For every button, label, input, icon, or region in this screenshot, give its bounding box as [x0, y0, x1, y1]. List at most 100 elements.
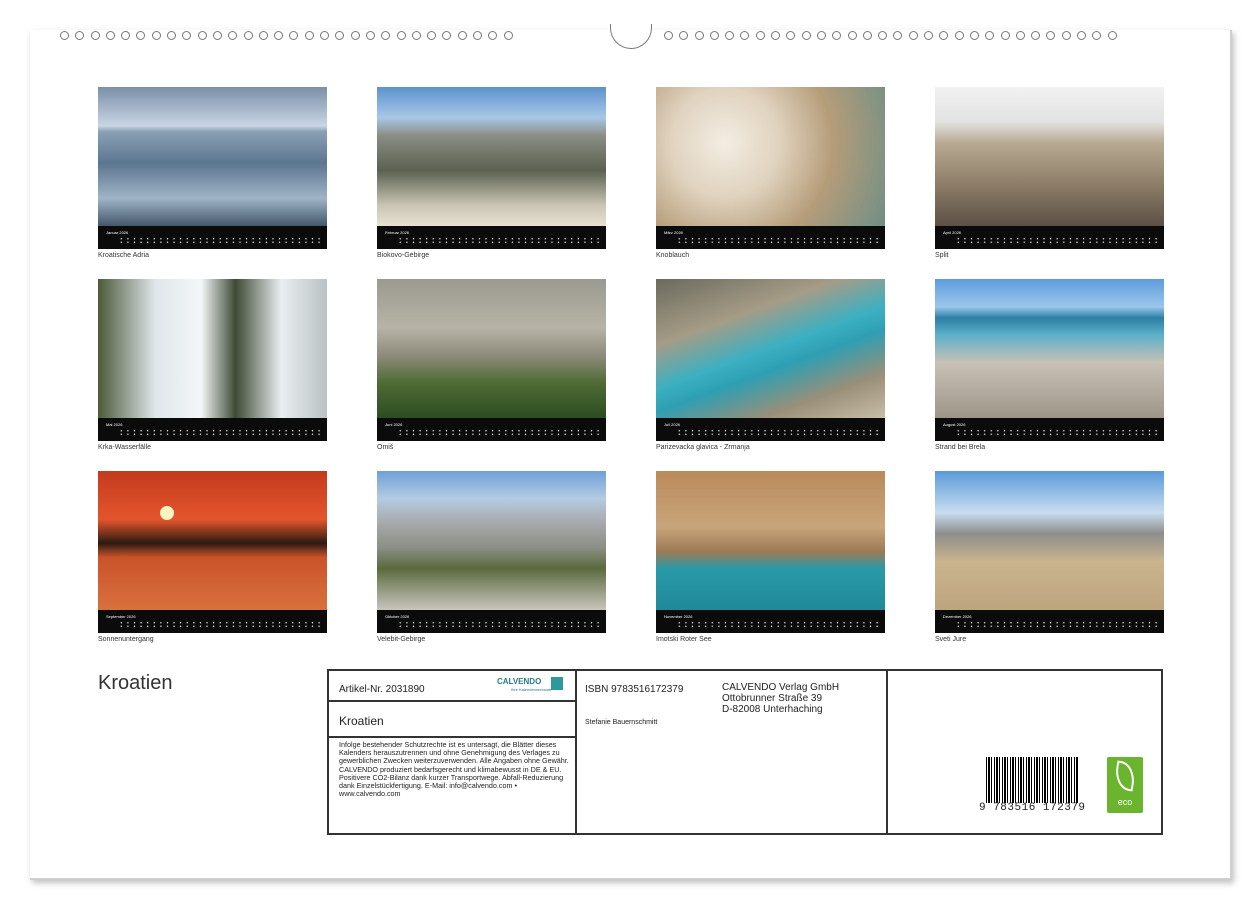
isbn: ISBN 9783516172379: [585, 684, 683, 695]
month-thumb-februar[interactable]: Februar 2026 Biokovo-Gebirge: [377, 87, 606, 259]
month-thumb-juli[interactable]: Juli 2026 Parizevacka glavica - Zrmanja: [656, 279, 885, 451]
product-title-row: Kroatien: [329, 702, 575, 738]
binding-ring: [75, 31, 84, 40]
calendar-strip: Februar 2026: [377, 226, 606, 249]
info-box: Artikel-Nr. 2031890 CALVENDO Ihre Kalend…: [327, 669, 1163, 835]
photo-caption: Omiš: [377, 444, 606, 451]
binding-ring: [244, 31, 253, 40]
month-thumb-maerz[interactable]: März 2026 Knoblauch: [656, 87, 885, 259]
binding-ring: [504, 31, 513, 40]
calvendo-tagline: Ihre Kalenderwerkstatt: [511, 687, 551, 692]
month-thumb-juni[interactable]: Juni 2026 Omiš: [377, 279, 606, 451]
photo-sonnenuntergang: [98, 471, 327, 610]
binding-ring: [955, 31, 964, 40]
binding-ring: [136, 31, 145, 40]
binding-ring: [106, 31, 115, 40]
month-label: Februar 2026: [385, 230, 409, 235]
calendar-strip: Juli 2026: [656, 418, 885, 441]
binding-ring: [1016, 31, 1025, 40]
binding-ring: [228, 31, 237, 40]
calendar-strip: März 2026: [656, 226, 885, 249]
binding-ring: [397, 31, 406, 40]
binding-ring: [412, 31, 421, 40]
author: Stefanie Bauernschmitt: [585, 719, 657, 726]
photo-velebit: [377, 471, 606, 610]
binding-ring: [863, 31, 872, 40]
photo-split: [935, 87, 1164, 226]
binding-ring: [213, 31, 222, 40]
publisher-name: CALVENDO Verlag GmbH: [722, 682, 839, 693]
calendar-strip: Januar 2026: [98, 226, 327, 249]
photo-knoblauch: [656, 87, 885, 226]
photo-caption: Knoblauch: [656, 252, 885, 259]
binding-ring: [1108, 31, 1117, 40]
month-thumb-september[interactable]: September 2026 Sonnenuntergang: [98, 471, 327, 643]
eco-label: eco: [1107, 797, 1143, 807]
photo-caption: Strand bei Brela: [935, 444, 1164, 451]
month-thumb-august[interactable]: August 2026 Strand bei Brela: [935, 279, 1164, 451]
photo-zrmanja: [656, 279, 885, 418]
photo-caption: Biokovo-Gebirge: [377, 252, 606, 259]
binding-ring: [259, 31, 268, 40]
binding-ring: [848, 31, 857, 40]
binding-ring: [679, 31, 688, 40]
calendar-strip: Oktober 2026: [377, 610, 606, 633]
photo-caption: Sveti Jure: [935, 636, 1164, 643]
month-label: Mai 2026: [106, 422, 122, 427]
binding-ring: [970, 31, 979, 40]
binding-ring: [427, 31, 436, 40]
product-title: Kroatien: [339, 714, 384, 728]
article-row: Artikel-Nr. 2031890 CALVENDO Ihre Kalend…: [329, 671, 575, 702]
month-label: September 2026: [106, 614, 136, 619]
calendar-strip: Juni 2026: [377, 418, 606, 441]
photo-caption: Parizevacka glavica - Zrmanja: [656, 444, 885, 451]
calendar-strip: September 2026: [98, 610, 327, 633]
month-label: August 2026: [943, 422, 965, 427]
photo-brela: [935, 279, 1164, 418]
photo-caption: Imotski Roter See: [656, 636, 885, 643]
binding-rings-left: [60, 31, 513, 45]
month-thumb-oktober[interactable]: Oktober 2026 Velebit-Gebirge: [377, 471, 606, 643]
month-label: Juni 2026: [385, 422, 402, 427]
binding-ring: [893, 31, 902, 40]
binding-ring: [1092, 31, 1101, 40]
calendar-strip: August 2026: [935, 418, 1164, 441]
binding-ring: [985, 31, 994, 40]
calendar-strip: November 2026: [656, 610, 885, 633]
binding-ring: [289, 31, 298, 40]
calendar-strip: Dezember 2026: [935, 610, 1164, 633]
photo-caption: Split: [935, 252, 1164, 259]
binding-ring: [695, 31, 704, 40]
binding-ring: [488, 31, 497, 40]
month-thumb-dezember[interactable]: Dezember 2026 Sveti Jure: [935, 471, 1164, 643]
binding-ring: [442, 31, 451, 40]
binding-ring: [1062, 31, 1071, 40]
photo-imotski: [656, 471, 885, 610]
article-number: Artikel-Nr. 2031890: [339, 684, 425, 695]
photo-caption: Krka-Wasserfälle: [98, 444, 327, 451]
month-thumb-mai[interactable]: Mai 2026 Krka-Wasserfälle: [98, 279, 327, 451]
binding-ring: [740, 31, 749, 40]
binding-ring: [1077, 31, 1086, 40]
month-thumb-april[interactable]: April 2026 Split: [935, 87, 1164, 259]
binding-ring: [817, 31, 826, 40]
month-thumb-januar[interactable]: Januar 2026 Kroatische Adria: [98, 87, 327, 259]
binding-ring: [458, 31, 467, 40]
month-label: Juli 2026: [664, 422, 680, 427]
calvendo-logo: CALVENDO: [497, 677, 541, 686]
binding-ring: [939, 31, 948, 40]
calendar-title: Kroatien: [98, 672, 173, 695]
binding-ring: [924, 31, 933, 40]
month-label: Januar 2026: [106, 230, 128, 235]
month-thumb-november[interactable]: November 2026 Imotski Roter See: [656, 471, 885, 643]
binding-rings-right: [664, 31, 1117, 45]
publisher-address: CALVENDO Verlag GmbH Ottobrunner Straße …: [722, 682, 839, 715]
leaf-icon: [1113, 760, 1138, 791]
binding-ring: [909, 31, 918, 40]
binding-ring: [335, 31, 344, 40]
binding-ring: [771, 31, 780, 40]
photo-omis: [377, 279, 606, 418]
binding-ring: [1031, 31, 1040, 40]
photo-krka: [98, 279, 327, 418]
publisher-city: D-82008 Unterhaching: [722, 704, 839, 715]
